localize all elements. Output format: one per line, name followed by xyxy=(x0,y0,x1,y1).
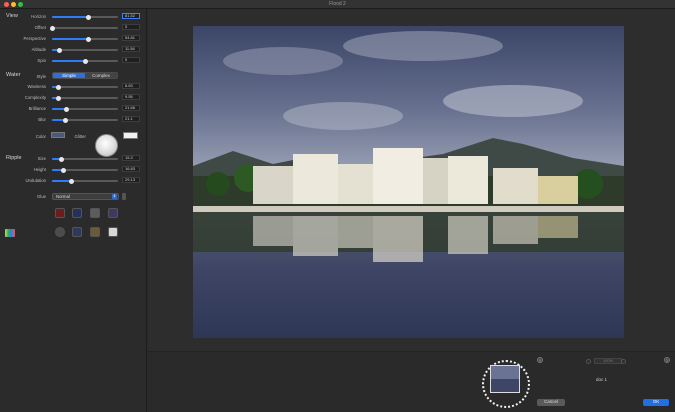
complexity-slider-knob[interactable] xyxy=(56,95,62,101)
navigator-thumbnail[interactable] xyxy=(490,365,520,393)
title-bar: Flood 2 xyxy=(0,0,675,9)
waviness-field[interactable]: 6.63 xyxy=(122,83,140,89)
height-field[interactable]: 16.83 xyxy=(122,166,140,172)
blur-slider-knob[interactable] xyxy=(63,117,69,123)
glue-select-value: Normal xyxy=(56,194,70,199)
undulation-label: Undulation xyxy=(25,178,46,183)
zoom-out-icon[interactable] xyxy=(586,359,591,364)
undulation-slider[interactable] xyxy=(52,178,118,184)
glitter-label: Glitter xyxy=(74,134,86,139)
brilliance-field[interactable]: 21.66 xyxy=(122,105,140,111)
altitude-slider[interactable] xyxy=(52,47,118,53)
spin-slider-fill xyxy=(52,60,85,62)
ok-button[interactable]: OK xyxy=(643,399,669,406)
preview-reflection xyxy=(193,212,624,262)
blur-label: Blur xyxy=(38,117,46,122)
undulation-slider-knob[interactable] xyxy=(68,178,74,184)
preset-blue-icon[interactable] xyxy=(72,208,82,218)
zoom-in-icon[interactable] xyxy=(621,359,626,364)
brilliance-slider-knob[interactable] xyxy=(64,106,70,112)
size-slider-knob[interactable] xyxy=(59,156,65,162)
height-slider[interactable] xyxy=(52,167,118,173)
controls-sidebar: View Horizon 81.52 Offset 0 Perspective … xyxy=(0,9,147,412)
altitude-field[interactable]: 11.56 xyxy=(122,46,140,52)
cancel-button[interactable]: Cancel xyxy=(537,399,565,406)
preset-gray-icon[interactable] xyxy=(90,208,100,218)
complexity-slider[interactable] xyxy=(52,95,118,101)
altitude-label: Altitude xyxy=(31,47,46,52)
horizon-slider[interactable] xyxy=(52,14,118,20)
document-name: doc 1 xyxy=(596,377,608,382)
perspective-slider-knob[interactable] xyxy=(85,36,91,42)
preset-brown-icon[interactable] xyxy=(90,227,100,237)
altitude-slider-knob[interactable] xyxy=(57,47,63,53)
style-label: Style xyxy=(36,74,46,79)
document-icon[interactable] xyxy=(108,227,118,237)
waviness-slider[interactable] xyxy=(52,84,118,90)
perspective-slider-fill xyxy=(52,38,89,40)
brilliance-slider[interactable] xyxy=(52,106,118,112)
help-icon-right[interactable]: ? xyxy=(664,357,670,363)
spin-slider-knob[interactable] xyxy=(82,58,88,64)
size-field[interactable]: 15.3 xyxy=(122,155,140,161)
undulation-field[interactable]: 29.13 xyxy=(122,177,140,183)
navigator-thumbnail-top xyxy=(491,366,519,379)
waviness-label: Waviness xyxy=(27,84,46,89)
offset-slider[interactable] xyxy=(49,25,118,31)
glue-label: Glue xyxy=(36,194,46,199)
horizon-label: Horizon xyxy=(31,14,46,19)
complexity-field[interactable]: 9.55 xyxy=(122,94,140,100)
blur-field[interactable]: 21.1 xyxy=(122,116,140,122)
glue-select[interactable]: Normal ⇕ xyxy=(52,193,119,200)
height-slider-knob[interactable] xyxy=(60,167,66,173)
reset-circle-icon[interactable] xyxy=(55,227,65,237)
size-slider[interactable] xyxy=(52,156,118,162)
glitter-color-well[interactable] xyxy=(123,132,138,139)
randomize-palette-icon[interactable] xyxy=(5,229,15,237)
style-complex-option[interactable]: Complex xyxy=(85,73,117,78)
window-title: Flood 2 xyxy=(329,1,346,7)
navigator-thumbnail-bottom xyxy=(491,379,519,392)
help-icon[interactable]: ? xyxy=(537,357,543,363)
spin-field[interactable]: 0 xyxy=(122,57,140,63)
preview-image[interactable] xyxy=(193,26,624,338)
offset-label: Offset xyxy=(34,25,46,30)
chevron-updown-icon: ⇕ xyxy=(112,194,117,199)
perspective-slider[interactable] xyxy=(52,36,118,42)
zoom-field[interactable]: 100% xyxy=(594,358,622,364)
waviness-slider-knob[interactable] xyxy=(56,84,62,90)
style-segmented-control[interactable]: Simple Complex xyxy=(52,72,118,79)
spin-slider[interactable] xyxy=(52,58,118,64)
blur-slider[interactable] xyxy=(52,117,118,123)
perspective-field[interactable]: 54.81 xyxy=(122,35,140,41)
horizon-slider-knob[interactable] xyxy=(85,14,91,20)
size-label: Size xyxy=(37,156,46,161)
style-simple-option[interactable]: Simple xyxy=(53,73,85,78)
spin-label: Spin xyxy=(37,58,46,63)
horizon-field[interactable]: 81.52 xyxy=(122,13,140,19)
horizon-slider-fill xyxy=(52,16,89,18)
perspective-label: Perspective xyxy=(23,36,46,41)
brilliance-label: Brilliance xyxy=(28,106,46,111)
preset-red-icon[interactable] xyxy=(55,208,65,218)
complexity-label: Complexity xyxy=(24,95,46,100)
height-label: Height xyxy=(33,167,46,172)
preset-reflect-icon[interactable] xyxy=(72,227,82,237)
glitter-dial[interactable] xyxy=(95,134,118,157)
offset-field[interactable]: 0 xyxy=(122,24,140,30)
offset-slider-knob[interactable] xyxy=(49,25,55,31)
glue-stepper[interactable] xyxy=(122,193,126,200)
preset-purple-icon[interactable] xyxy=(108,208,118,218)
